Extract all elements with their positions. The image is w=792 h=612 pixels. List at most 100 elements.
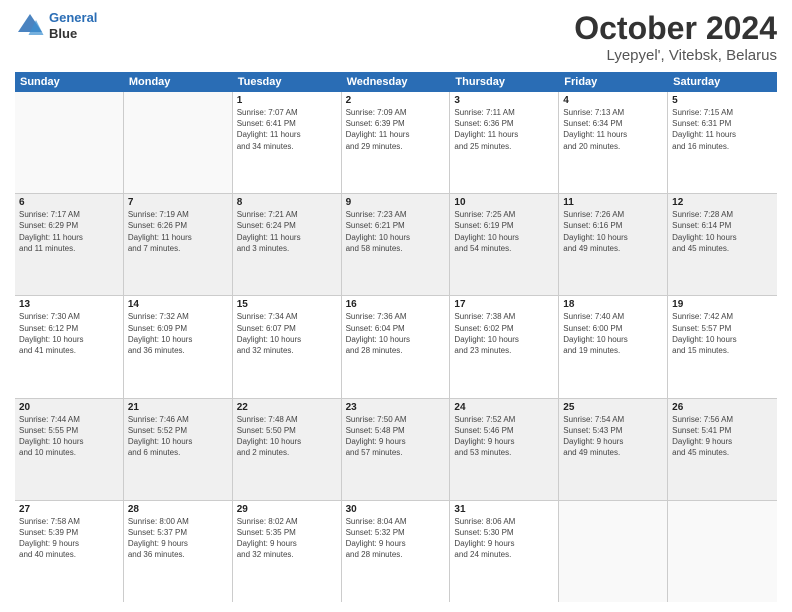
cell-content: Sunrise: 7:19 AM Sunset: 6:26 PM Dayligh…	[128, 209, 228, 254]
day-number: 1	[237, 95, 337, 106]
cell-content: Sunrise: 7:25 AM Sunset: 6:19 PM Dayligh…	[454, 209, 554, 254]
cell-content: Sunrise: 7:23 AM Sunset: 6:21 PM Dayligh…	[346, 209, 446, 254]
day-number: 4	[563, 95, 663, 106]
cell-content: Sunrise: 7:32 AM Sunset: 6:09 PM Dayligh…	[128, 311, 228, 356]
calendar-header-cell: Wednesday	[342, 72, 451, 92]
day-number: 31	[454, 504, 554, 515]
calendar-cell: 3Sunrise: 7:11 AM Sunset: 6:36 PM Daylig…	[450, 92, 559, 193]
calendar-cell: 30Sunrise: 8:04 AM Sunset: 5:32 PM Dayli…	[342, 501, 451, 602]
day-number: 9	[346, 197, 446, 208]
day-number: 27	[19, 504, 119, 515]
day-number: 22	[237, 402, 337, 413]
calendar-row: 13Sunrise: 7:30 AM Sunset: 6:12 PM Dayli…	[15, 296, 777, 398]
calendar-cell: 11Sunrise: 7:26 AM Sunset: 6:16 PM Dayli…	[559, 194, 668, 295]
cell-content: Sunrise: 7:09 AM Sunset: 6:39 PM Dayligh…	[346, 107, 446, 152]
cell-content: Sunrise: 8:02 AM Sunset: 5:35 PM Dayligh…	[237, 516, 337, 561]
cell-content: Sunrise: 7:34 AM Sunset: 6:07 PM Dayligh…	[237, 311, 337, 356]
header: General Blue October 2024 Lyepyel', Vite…	[15, 10, 777, 64]
calendar-cell: 17Sunrise: 7:38 AM Sunset: 6:02 PM Dayli…	[450, 296, 559, 397]
calendar-cell: 6Sunrise: 7:17 AM Sunset: 6:29 PM Daylig…	[15, 194, 124, 295]
day-number: 3	[454, 95, 554, 106]
calendar-cell: 14Sunrise: 7:32 AM Sunset: 6:09 PM Dayli…	[124, 296, 233, 397]
calendar-cell: 24Sunrise: 7:52 AM Sunset: 5:46 PM Dayli…	[450, 399, 559, 500]
calendar-header-cell: Thursday	[450, 72, 559, 92]
calendar-row: 1Sunrise: 7:07 AM Sunset: 6:41 PM Daylig…	[15, 92, 777, 194]
cell-content: Sunrise: 7:30 AM Sunset: 6:12 PM Dayligh…	[19, 311, 119, 356]
page: General Blue October 2024 Lyepyel', Vite…	[0, 0, 792, 612]
calendar-header: SundayMondayTuesdayWednesdayThursdayFrid…	[15, 72, 777, 92]
calendar-cell: 9Sunrise: 7:23 AM Sunset: 6:21 PM Daylig…	[342, 194, 451, 295]
day-number: 6	[19, 197, 119, 208]
cell-content: Sunrise: 7:17 AM Sunset: 6:29 PM Dayligh…	[19, 209, 119, 254]
calendar-cell	[668, 501, 777, 602]
calendar-cell: 29Sunrise: 8:02 AM Sunset: 5:35 PM Dayli…	[233, 501, 342, 602]
day-number: 7	[128, 197, 228, 208]
cell-content: Sunrise: 7:15 AM Sunset: 6:31 PM Dayligh…	[672, 107, 773, 152]
day-number: 8	[237, 197, 337, 208]
calendar: SundayMondayTuesdayWednesdayThursdayFrid…	[15, 72, 777, 602]
day-number: 30	[346, 504, 446, 515]
day-number: 10	[454, 197, 554, 208]
calendar-cell: 1Sunrise: 7:07 AM Sunset: 6:41 PM Daylig…	[233, 92, 342, 193]
calendar-body: 1Sunrise: 7:07 AM Sunset: 6:41 PM Daylig…	[15, 92, 777, 602]
cell-content: Sunrise: 7:42 AM Sunset: 5:57 PM Dayligh…	[672, 311, 773, 356]
cell-content: Sunrise: 7:26 AM Sunset: 6:16 PM Dayligh…	[563, 209, 663, 254]
calendar-cell: 8Sunrise: 7:21 AM Sunset: 6:24 PM Daylig…	[233, 194, 342, 295]
calendar-cell	[559, 501, 668, 602]
day-number: 12	[672, 197, 773, 208]
calendar-cell: 15Sunrise: 7:34 AM Sunset: 6:07 PM Dayli…	[233, 296, 342, 397]
cell-content: Sunrise: 7:56 AM Sunset: 5:41 PM Dayligh…	[672, 414, 773, 459]
main-title: October 2024	[574, 10, 777, 47]
cell-content: Sunrise: 7:11 AM Sunset: 6:36 PM Dayligh…	[454, 107, 554, 152]
logo: General Blue	[15, 10, 97, 41]
day-number: 16	[346, 299, 446, 310]
subtitle: Lyepyel', Vitebsk, Belarus	[574, 47, 777, 64]
cell-content: Sunrise: 7:38 AM Sunset: 6:02 PM Dayligh…	[454, 311, 554, 356]
day-number: 5	[672, 95, 773, 106]
cell-content: Sunrise: 7:07 AM Sunset: 6:41 PM Dayligh…	[237, 107, 337, 152]
cell-content: Sunrise: 7:28 AM Sunset: 6:14 PM Dayligh…	[672, 209, 773, 254]
calendar-cell: 25Sunrise: 7:54 AM Sunset: 5:43 PM Dayli…	[559, 399, 668, 500]
cell-content: Sunrise: 7:48 AM Sunset: 5:50 PM Dayligh…	[237, 414, 337, 459]
cell-content: Sunrise: 7:58 AM Sunset: 5:39 PM Dayligh…	[19, 516, 119, 561]
day-number: 2	[346, 95, 446, 106]
day-number: 13	[19, 299, 119, 310]
calendar-cell: 21Sunrise: 7:46 AM Sunset: 5:52 PM Dayli…	[124, 399, 233, 500]
calendar-cell: 5Sunrise: 7:15 AM Sunset: 6:31 PM Daylig…	[668, 92, 777, 193]
calendar-cell: 27Sunrise: 7:58 AM Sunset: 5:39 PM Dayli…	[15, 501, 124, 602]
calendar-cell	[124, 92, 233, 193]
cell-content: Sunrise: 7:54 AM Sunset: 5:43 PM Dayligh…	[563, 414, 663, 459]
calendar-cell: 28Sunrise: 8:00 AM Sunset: 5:37 PM Dayli…	[124, 501, 233, 602]
cell-content: Sunrise: 7:46 AM Sunset: 5:52 PM Dayligh…	[128, 414, 228, 459]
calendar-row: 6Sunrise: 7:17 AM Sunset: 6:29 PM Daylig…	[15, 194, 777, 296]
calendar-cell: 16Sunrise: 7:36 AM Sunset: 6:04 PM Dayli…	[342, 296, 451, 397]
calendar-header-cell: Sunday	[15, 72, 124, 92]
calendar-cell: 12Sunrise: 7:28 AM Sunset: 6:14 PM Dayli…	[668, 194, 777, 295]
cell-content: Sunrise: 7:50 AM Sunset: 5:48 PM Dayligh…	[346, 414, 446, 459]
calendar-cell: 4Sunrise: 7:13 AM Sunset: 6:34 PM Daylig…	[559, 92, 668, 193]
cell-content: Sunrise: 7:44 AM Sunset: 5:55 PM Dayligh…	[19, 414, 119, 459]
calendar-cell: 7Sunrise: 7:19 AM Sunset: 6:26 PM Daylig…	[124, 194, 233, 295]
calendar-cell: 2Sunrise: 7:09 AM Sunset: 6:39 PM Daylig…	[342, 92, 451, 193]
calendar-cell	[15, 92, 124, 193]
cell-content: Sunrise: 7:52 AM Sunset: 5:46 PM Dayligh…	[454, 414, 554, 459]
calendar-cell: 18Sunrise: 7:40 AM Sunset: 6:00 PM Dayli…	[559, 296, 668, 397]
cell-content: Sunrise: 8:04 AM Sunset: 5:32 PM Dayligh…	[346, 516, 446, 561]
calendar-cell: 19Sunrise: 7:42 AM Sunset: 5:57 PM Dayli…	[668, 296, 777, 397]
cell-content: Sunrise: 7:21 AM Sunset: 6:24 PM Dayligh…	[237, 209, 337, 254]
day-number: 17	[454, 299, 554, 310]
calendar-header-cell: Tuesday	[233, 72, 342, 92]
logo-icon	[15, 11, 45, 41]
calendar-cell: 23Sunrise: 7:50 AM Sunset: 5:48 PM Dayli…	[342, 399, 451, 500]
calendar-cell: 20Sunrise: 7:44 AM Sunset: 5:55 PM Dayli…	[15, 399, 124, 500]
calendar-cell: 13Sunrise: 7:30 AM Sunset: 6:12 PM Dayli…	[15, 296, 124, 397]
calendar-cell: 10Sunrise: 7:25 AM Sunset: 6:19 PM Dayli…	[450, 194, 559, 295]
calendar-header-cell: Saturday	[668, 72, 777, 92]
day-number: 21	[128, 402, 228, 413]
day-number: 26	[672, 402, 773, 413]
day-number: 11	[563, 197, 663, 208]
calendar-cell: 31Sunrise: 8:06 AM Sunset: 5:30 PM Dayli…	[450, 501, 559, 602]
day-number: 14	[128, 299, 228, 310]
calendar-row: 20Sunrise: 7:44 AM Sunset: 5:55 PM Dayli…	[15, 399, 777, 501]
day-number: 19	[672, 299, 773, 310]
